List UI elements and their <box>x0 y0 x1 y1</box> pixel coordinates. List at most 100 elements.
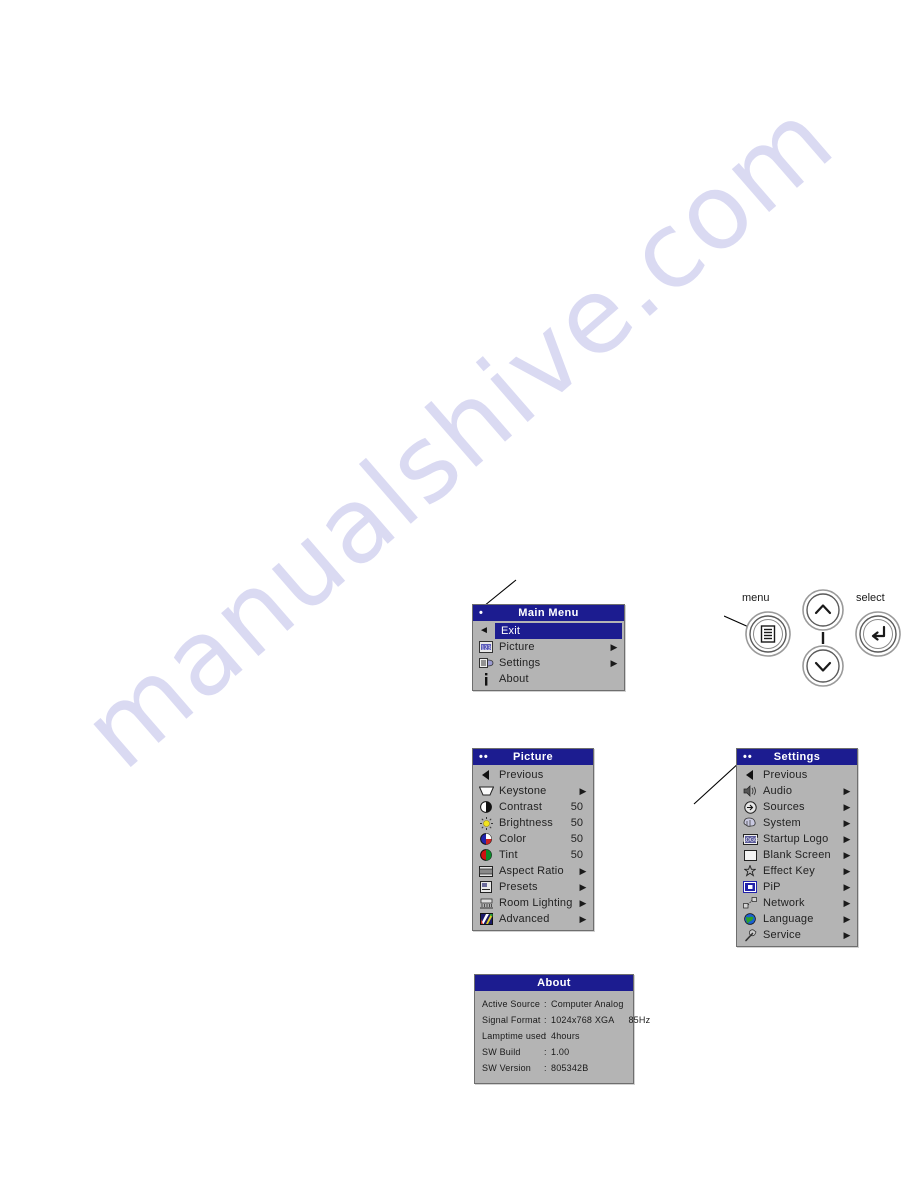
picture-item-label: Advanced <box>499 913 550 925</box>
picture-item-label: Presets <box>499 881 538 893</box>
picture-item-color[interactable]: Color 50 <box>473 831 593 847</box>
settings-item-pip[interactable]: PiP ▶ <box>737 879 857 895</box>
presets-icon <box>477 880 495 894</box>
color-icon <box>477 832 495 846</box>
aspect-ratio-icon <box>477 864 495 878</box>
system-icon <box>741 816 759 830</box>
picture-item-label: Color <box>499 833 527 845</box>
chevron-right-icon: ▶ <box>843 914 851 924</box>
settings-item-label: Service <box>763 929 802 941</box>
settings-icon <box>477 656 495 670</box>
chevron-right-icon: ▶ <box>579 866 587 876</box>
settings-item-effect-key[interactable]: Effect Key ▶ <box>737 863 857 879</box>
star-icon <box>741 864 759 878</box>
wrench-icon <box>741 928 759 942</box>
keypad-cluster: menu select <box>738 586 908 692</box>
about-value: 805342B <box>551 1063 589 1073</box>
about-value: 1024x768 XGA <box>551 1015 615 1025</box>
picture-item-previous[interactable]: Previous <box>473 767 593 783</box>
settings-item-audio[interactable]: Audio ▶ <box>737 783 857 799</box>
main-menu-title-bar: • Main Menu <box>473 605 624 621</box>
about-separator: : <box>544 1031 547 1041</box>
picture-item-contrast[interactable]: Contrast 50 <box>473 799 593 815</box>
left-arrow-icon <box>477 768 495 782</box>
picture-item-aspect-ratio[interactable]: Aspect Ratio ▶ <box>473 863 593 879</box>
settings-item-previous[interactable]: Previous <box>737 767 857 783</box>
globe-icon <box>741 912 759 926</box>
settings-item-blank-screen[interactable]: Blank Screen ▶ <box>737 847 857 863</box>
main-menu-item-label: Settings <box>499 657 541 669</box>
about-title-bar: About <box>475 975 633 991</box>
picture-item-label: Keystone <box>499 785 547 797</box>
picture-menu-items: Previous Keystone ▶ Contrast 50 Brightne… <box>473 765 593 930</box>
picture-menu-panel: •• Picture Previous Keystone ▶ Contrast … <box>472 748 594 931</box>
picture-item-label: Previous <box>499 769 544 781</box>
chevron-right-icon: ▶ <box>843 930 851 940</box>
menu-lines-icon <box>760 625 776 643</box>
settings-item-label: Sources <box>763 801 805 813</box>
title-dot-icon: • <box>479 607 484 619</box>
left-arrow-icon <box>741 768 759 782</box>
settings-item-label: Effect Key <box>763 865 815 877</box>
main-menu-item-label: About <box>499 673 529 685</box>
settings-item-label: System <box>763 817 801 829</box>
chevron-right-icon: ▶ <box>843 898 851 908</box>
picture-item-label: Tint <box>499 849 518 861</box>
about-line-active-source: Active Source : Computer Analog <box>475 996 633 1012</box>
main-menu-item-exit[interactable]: ◄ Exit <box>479 623 622 639</box>
settings-item-label: Language <box>763 913 814 925</box>
picture-item-room-lighting[interactable]: Room Lighting ▶ <box>473 895 593 911</box>
up-button[interactable] <box>802 589 844 631</box>
main-menu-panel: • Main Menu ◄ Exit 123 Picture ▶ Setting… <box>472 604 625 691</box>
about-line-lamptime-used: Lamptime used : 4hours <box>475 1028 633 1044</box>
settings-item-network[interactable]: Network ▶ <box>737 895 857 911</box>
settings-item-startup-logo[interactable]: LOGO Startup Logo ▶ <box>737 831 857 847</box>
settings-item-label: PiP <box>763 881 781 893</box>
picture-item-value: 50 <box>570 849 583 861</box>
settings-item-label: Network <box>763 897 805 909</box>
settings-item-service[interactable]: Service ▶ <box>737 927 857 943</box>
about-key: Active Source <box>482 999 541 1009</box>
picture-item-tint[interactable]: Tint 50 <box>473 847 593 863</box>
chevron-right-icon: ▶ <box>843 850 851 860</box>
select-button[interactable] <box>855 611 901 657</box>
about-value-refresh-rate: 85Hz <box>628 1015 651 1025</box>
room-lighting-icon <box>477 896 495 910</box>
about-key: SW Build <box>482 1047 521 1057</box>
about-separator: : <box>544 1015 547 1025</box>
main-menu-item-label: Picture <box>499 641 535 653</box>
pip-icon <box>741 880 759 894</box>
sources-icon <box>741 800 759 814</box>
chevron-right-icon: ▶ <box>579 898 587 908</box>
menu-button[interactable] <box>745 611 791 657</box>
advanced-icon <box>477 912 495 926</box>
about-key: Signal Format <box>482 1015 541 1025</box>
about-lines: Active Source : Computer Analog Signal F… <box>475 991 650 1076</box>
keystone-icon <box>477 784 495 798</box>
title-dots-icon: •• <box>479 751 489 763</box>
main-menu-item-settings[interactable]: Settings ▶ <box>473 655 624 671</box>
settings-item-label: Previous <box>763 769 808 781</box>
picture-item-advanced[interactable]: Advanced ▶ <box>473 911 593 927</box>
about-line-sw-build: SW Build : 1.00 <box>475 1044 633 1060</box>
settings-item-label: Audio <box>763 785 793 797</box>
down-button[interactable] <box>802 645 844 687</box>
picture-icon: 123 <box>477 640 495 654</box>
settings-menu-title-text: Settings <box>773 751 821 763</box>
picture-item-keystone[interactable]: Keystone ▶ <box>473 783 593 799</box>
settings-item-language[interactable]: Language ▶ <box>737 911 857 927</box>
picture-item-value: 50 <box>570 801 583 813</box>
picture-item-presets[interactable]: Presets ▶ <box>473 879 593 895</box>
picture-item-brightness[interactable]: Brightness 50 <box>473 815 593 831</box>
main-menu-item-picture[interactable]: 123 Picture ▶ <box>473 639 624 655</box>
about-key: Lamptime used <box>482 1031 547 1041</box>
chevron-right-icon: ▶ <box>579 914 587 924</box>
svg-text:LOGO: LOGO <box>743 837 758 843</box>
network-icon <box>741 896 759 910</box>
contrast-icon <box>477 800 495 814</box>
settings-item-sources[interactable]: Sources ▶ <box>737 799 857 815</box>
left-arrow-icon: ◄ <box>479 625 489 636</box>
settings-item-label: Blank Screen <box>763 849 831 861</box>
main-menu-item-about[interactable]: About <box>473 671 624 687</box>
settings-item-system[interactable]: System ▶ <box>737 815 857 831</box>
